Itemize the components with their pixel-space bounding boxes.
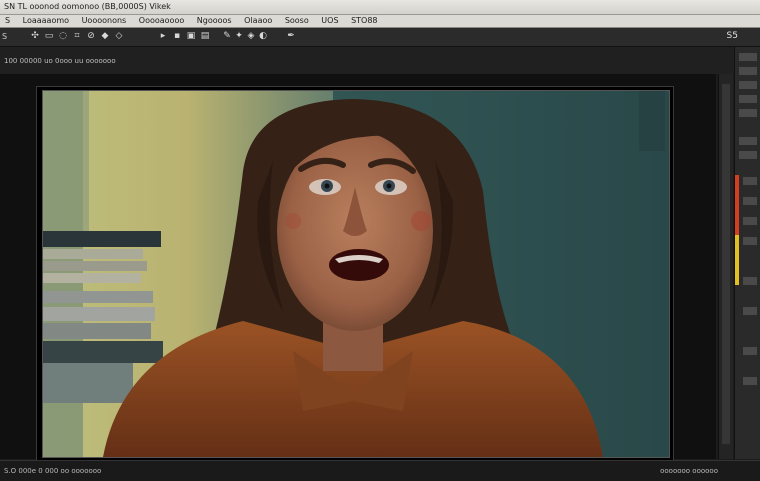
- marquee-tool-icon[interactable]: ▭: [44, 31, 54, 42]
- menu-item-1[interactable]: Loaaaaomo: [18, 15, 74, 27]
- status-left: S.O 000e 0 000 oo ooooooo: [4, 467, 102, 475]
- vertical-scrollbar[interactable]: [718, 74, 733, 459]
- status-bar: S.O 000e 0 000 oo ooooooo ooooooo oooooo: [0, 460, 760, 481]
- menu-item-7[interactable]: UOS: [316, 15, 343, 27]
- shape-tool-icon[interactable]: ▣: [186, 31, 196, 42]
- color-meter-red: [735, 175, 739, 235]
- menu-item-0[interactable]: S: [0, 15, 15, 27]
- channels-panel-icon[interactable]: [739, 67, 757, 75]
- status-right: ooooooo oooooo: [660, 467, 718, 475]
- navigator-panel-icon[interactable]: [743, 277, 757, 285]
- menu-item-2[interactable]: Uoooonons: [77, 15, 132, 27]
- menu-item-6[interactable]: Sooso: [280, 15, 314, 27]
- gradient-tool-icon[interactable]: ◐: [258, 31, 268, 42]
- canvas-image[interactable]: [42, 90, 670, 458]
- photo-illustration: [43, 91, 669, 457]
- paragraph-panel-icon[interactable]: [743, 377, 757, 385]
- lasso-tool-icon[interactable]: ◌: [58, 31, 68, 42]
- text-tool-icon[interactable]: ▪: [172, 31, 182, 42]
- move-tool-icon[interactable]: ✣: [30, 31, 40, 42]
- smudge-tool-icon[interactable]: ✦: [234, 31, 244, 42]
- info-panel-icon[interactable]: [743, 237, 757, 245]
- brush-tool-icon[interactable]: ◆: [100, 31, 110, 42]
- menu-bar: S Loaaaaomo Uoooonons Ooooaoooo Ngoooos …: [0, 15, 760, 28]
- toolbar: S ✣ ▭ ◌ ⌗ ⊘ ◆ ◇ ▸ ▪ ▣ ▤ ✎ ✦ ◈ ◐ ✒ S5: [0, 28, 760, 47]
- paths-panel-icon[interactable]: [739, 81, 757, 89]
- menu-item-8[interactable]: STO88: [346, 15, 382, 27]
- title-bar: SN TL ooonod oomonoo (BB,0000S) Vikek: [0, 0, 760, 15]
- color-meter-yellow: [735, 235, 739, 285]
- right-panel: [734, 47, 760, 459]
- character-panel-icon[interactable]: [743, 347, 757, 355]
- adjustments-panel-icon[interactable]: [739, 109, 757, 117]
- history-panel-icon[interactable]: [739, 95, 757, 103]
- window-title: SN TL ooonod oomonoo (BB,0000S) Vikek: [4, 2, 171, 11]
- crop-tool-icon[interactable]: ⌗: [72, 31, 82, 42]
- menu-item-4[interactable]: Ngoooos: [192, 15, 237, 27]
- menu-item-5[interactable]: Olaaoo: [239, 15, 277, 27]
- menu-item-3[interactable]: Ooooaoooo: [134, 15, 189, 27]
- eraser-tool-icon[interactable]: ◇: [114, 31, 124, 42]
- dodge-tool-icon[interactable]: ◈: [246, 31, 256, 42]
- layers-panel-icon[interactable]: [739, 53, 757, 61]
- zoom-level[interactable]: S5: [727, 31, 738, 41]
- brush-panel-icon[interactable]: [743, 177, 757, 185]
- feather-tool-icon[interactable]: ✒: [286, 31, 296, 42]
- document-tab-bar: 100 00000 uo 0ooo uu ooooooo: [0, 47, 736, 74]
- toolbar-left-label: S: [2, 32, 8, 41]
- pencil-tool-icon[interactable]: ✎: [222, 31, 232, 42]
- pen-tool-icon[interactable]: ▸: [158, 31, 168, 42]
- eyedropper-tool-icon[interactable]: ⊘: [86, 31, 96, 42]
- styles-panel-icon[interactable]: [743, 197, 757, 205]
- actions-panel-icon[interactable]: [743, 307, 757, 315]
- hand-tool-icon[interactable]: ▤: [200, 31, 210, 42]
- scrollbar-thumb[interactable]: [722, 84, 730, 444]
- color-panel-icon[interactable]: [739, 151, 757, 159]
- properties-panel-icon[interactable]: [743, 217, 757, 225]
- document-tab[interactable]: 100 00000 uo 0ooo uu ooooooo: [4, 57, 116, 65]
- swatches-panel-icon[interactable]: [739, 137, 757, 145]
